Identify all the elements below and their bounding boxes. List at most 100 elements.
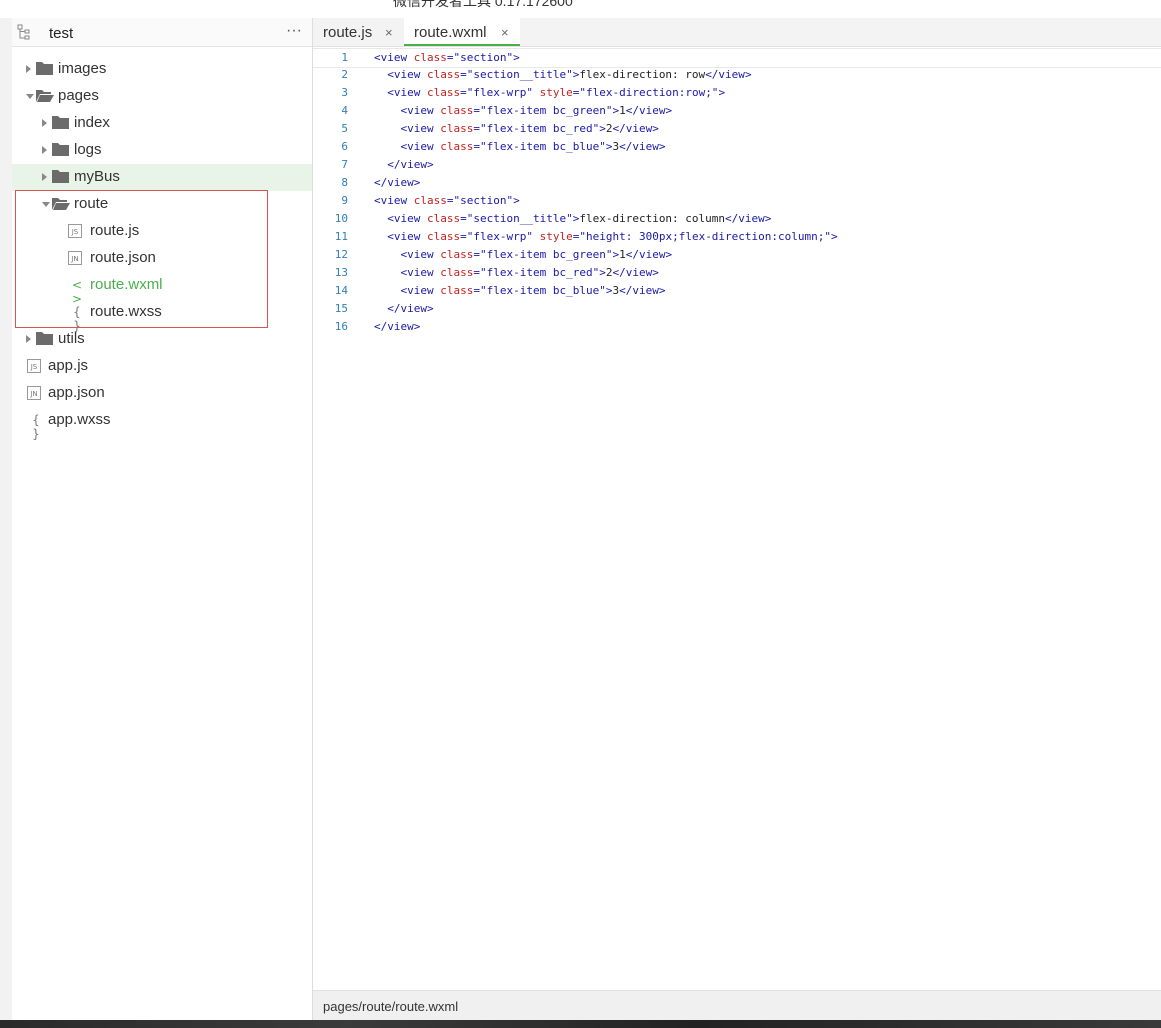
- chevron-right-icon[interactable]: [42, 146, 47, 154]
- tree-item-label: route.wxml: [90, 276, 163, 293]
- line-number: 6: [341, 140, 348, 153]
- file-tree-icon[interactable]: [16, 23, 34, 41]
- line-number: 5: [341, 122, 348, 135]
- line-number: 4: [341, 104, 348, 117]
- tree-folder-utils[interactable]: utils: [12, 326, 312, 353]
- code-line[interactable]: 11 <view class="flex-wrp" style="height:…: [313, 228, 1161, 246]
- code-line[interactable]: 13 <view class="flex-item bc_red">2</vie…: [313, 264, 1161, 282]
- wxss-file-icon: { }: [73, 305, 81, 333]
- code-line[interactable]: 7 </view>: [313, 156, 1161, 174]
- chevron-down-icon[interactable]: [26, 94, 34, 99]
- folder-open-icon: [52, 198, 70, 210]
- code-text: <view class="flex-wrp" style="flex-direc…: [387, 86, 726, 99]
- code-line[interactable]: 12 <view class="flex-item bc_green">1</v…: [313, 246, 1161, 264]
- tab-route-wxml[interactable]: route.wxml ×: [404, 18, 520, 46]
- code-text: <view class="section__title">flex-direct…: [387, 68, 752, 81]
- folder-icon: [36, 332, 53, 345]
- code-text: <view class="flex-item bc_red">2</view>: [400, 122, 659, 135]
- code-text: </view>: [374, 320, 421, 333]
- code-line[interactable]: 14 <view class="flex-item bc_blue">3</vi…: [313, 282, 1161, 300]
- tree-file-app-json[interactable]: JN app.json: [12, 380, 312, 407]
- tree-file-route-json[interactable]: JN route.json: [12, 245, 312, 272]
- tree-folder-pages[interactable]: pages: [12, 83, 312, 110]
- file-path: pages/route/route.wxml: [323, 999, 459, 1014]
- folder-icon: [36, 62, 53, 75]
- tree-file-app-js[interactable]: JS app.js: [12, 353, 312, 380]
- chevron-right-icon[interactable]: [42, 119, 47, 127]
- code-line[interactable]: 16 </view>: [313, 318, 1161, 336]
- folder-icon: [52, 170, 69, 183]
- code-line[interactable]: 6 <view class="flex-item bc_blue">3</vie…: [313, 138, 1161, 156]
- code-line[interactable]: 15 </view>: [313, 300, 1161, 318]
- code-line[interactable]: 9 <view class="section">: [313, 192, 1161, 210]
- tree-item-label: route.wxss: [90, 303, 162, 320]
- tree-item-label: myBus: [74, 168, 120, 185]
- chevron-down-icon[interactable]: [42, 202, 50, 207]
- window-title: 微信开发者工具 0.17.172600: [393, 0, 573, 9]
- more-options-button[interactable]: ···: [283, 19, 305, 43]
- tree-item-label: app.wxss: [48, 411, 111, 428]
- line-number: 7: [341, 158, 348, 171]
- line-number: 15: [334, 302, 348, 315]
- code-line[interactable]: 8 </view>: [313, 174, 1161, 192]
- tree-item-label: route.js: [90, 222, 140, 239]
- line-number: 14: [334, 284, 348, 297]
- wxml-file-icon: < >: [71, 278, 83, 306]
- code-text: <view class="flex-item bc_green">1</view…: [400, 248, 673, 261]
- tree-item-label: route.json: [90, 249, 156, 266]
- code-editor: route.js × route.wxml × 1 <view class="secti…: [313, 18, 1161, 990]
- js-file-icon: JS: [68, 224, 82, 238]
- line-number: 12: [334, 248, 348, 261]
- code-line[interactable]: 3 <view class="flex-wrp" style="flex-dir…: [313, 84, 1161, 102]
- chevron-right-icon[interactable]: [26, 335, 31, 343]
- js-file-icon: JS: [27, 359, 41, 373]
- project-name: test: [49, 25, 74, 42]
- line-number: 8: [341, 176, 348, 189]
- code-line[interactable]: 2 <view class="section__title">flex-dire…: [313, 66, 1161, 84]
- folder-icon: [52, 116, 69, 129]
- tab-label: route.js: [323, 24, 373, 41]
- tab-route-js[interactable]: route.js ×: [313, 18, 403, 46]
- line-number: 3: [341, 86, 348, 99]
- close-icon[interactable]: ×: [501, 25, 509, 40]
- line-number: 16: [334, 320, 348, 333]
- code-line[interactable]: 10 <view class="section__title">flex-dir…: [313, 210, 1161, 228]
- code-text: <view class="flex-item bc_blue">3</view>: [400, 140, 666, 153]
- chevron-right-icon[interactable]: [26, 65, 31, 73]
- line-number: 10: [334, 212, 348, 225]
- code-text: </view>: [387, 158, 434, 171]
- tree-folder-myBus[interactable]: myBus: [12, 164, 312, 191]
- code-text: <view class="section__title">flex-direct…: [387, 212, 772, 225]
- tree-file-app-wxss[interactable]: { } app.wxss: [12, 407, 312, 441]
- wxss-file-icon: { }: [32, 413, 40, 441]
- code-text: <view class="section">: [374, 194, 520, 207]
- tree-item-label: route: [74, 195, 109, 212]
- tab-label: route.wxml: [414, 24, 487, 41]
- close-icon[interactable]: ×: [385, 25, 393, 40]
- tree-folder-logs[interactable]: logs: [12, 137, 312, 164]
- folder-open-icon: [36, 90, 54, 102]
- tree-file-route-wxml[interactable]: < > route.wxml: [12, 272, 312, 306]
- status-bar: pages/route/route.wxml: [313, 990, 1161, 1021]
- code-line[interactable]: 5 <view class="flex-item bc_red">2</view…: [313, 120, 1161, 138]
- file-explorer: test ··· images pages index logs myBus route J…: [12, 18, 313, 1020]
- folder-icon: [52, 143, 69, 156]
- code-text: <view class="section">: [374, 51, 520, 64]
- tree-file-route-wxss[interactable]: { } route.wxss: [12, 299, 312, 333]
- tree-item-label: images: [58, 60, 107, 77]
- line-number: 1: [341, 51, 348, 64]
- tree-item-label: utils: [58, 330, 85, 347]
- tree-item-label: pages: [58, 87, 99, 104]
- code-line[interactable]: 1 <view class="section">: [313, 48, 1161, 68]
- code-line[interactable]: 4 <view class="flex-item bc_green">1</vi…: [313, 102, 1161, 120]
- taskbar-edge: [0, 1020, 1161, 1028]
- tree-item-label: app.js: [48, 357, 89, 374]
- code-text: <view class="flex-item bc_red">2</view>: [400, 266, 659, 279]
- tree-folder-route[interactable]: route: [12, 191, 312, 218]
- tree-file-route-js[interactable]: JS route.js: [12, 218, 312, 245]
- explorer-header: test ···: [12, 18, 312, 47]
- tree-folder-index[interactable]: index: [12, 110, 312, 137]
- tree-folder-images[interactable]: images: [12, 56, 312, 83]
- line-number: 11: [334, 230, 348, 243]
- chevron-right-icon[interactable]: [42, 173, 47, 181]
